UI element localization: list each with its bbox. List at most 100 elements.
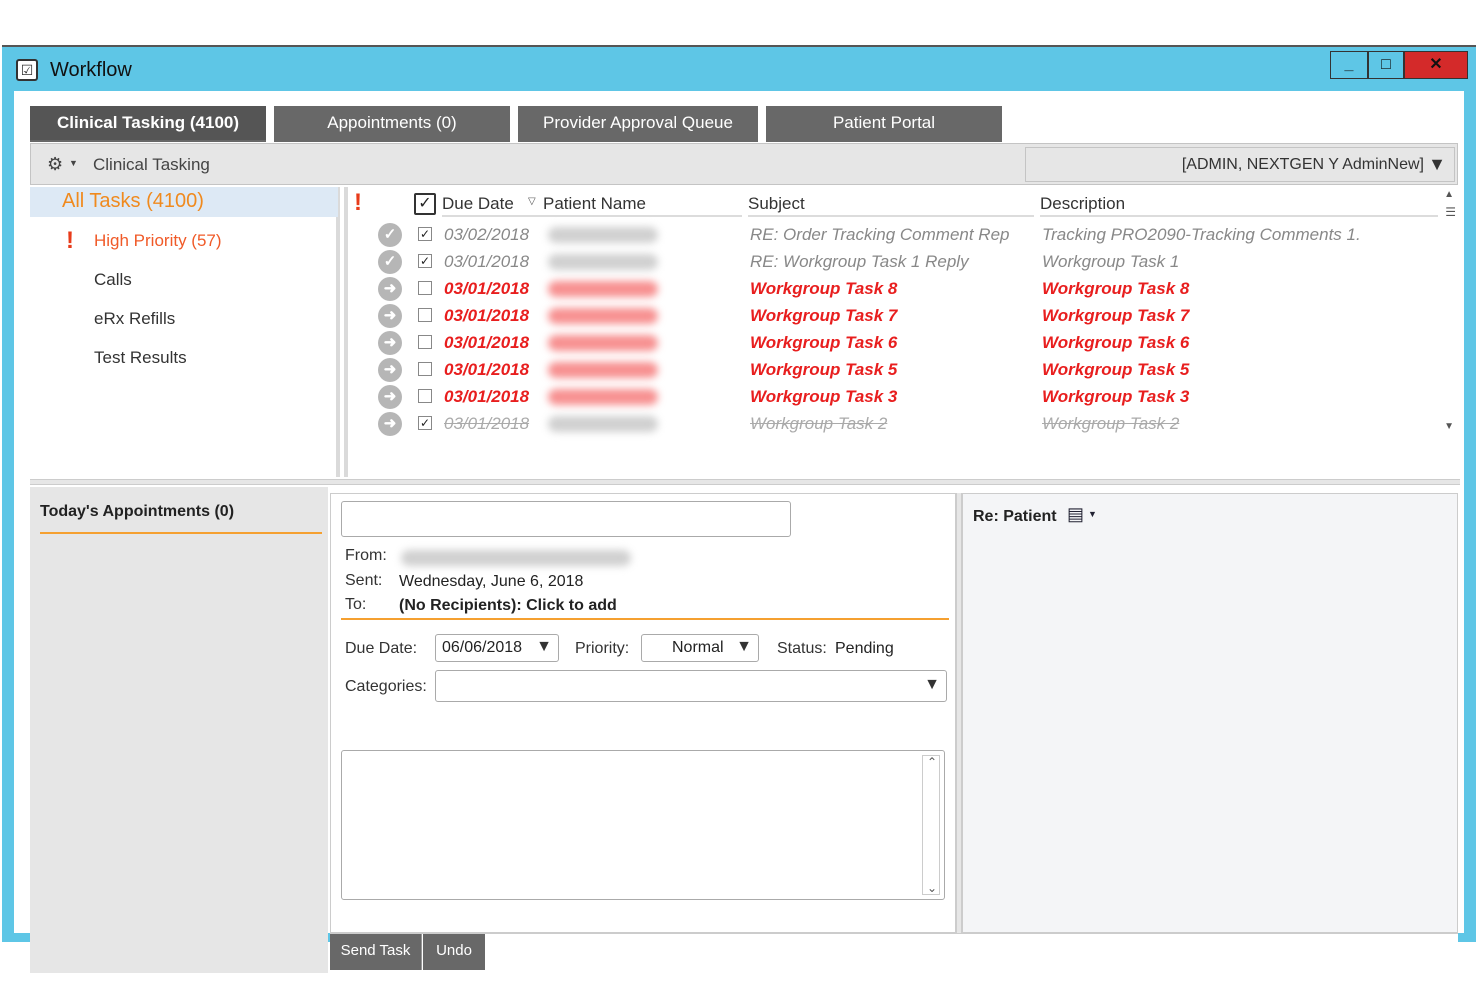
nav-item-calls[interactable]: Calls xyxy=(94,270,132,290)
subject-input[interactable] xyxy=(341,501,791,537)
nav-item-high-priority[interactable]: High Priority (57) xyxy=(94,231,222,251)
row-description: Workgroup Task 6 xyxy=(1042,333,1190,352)
row-subject: Workgroup Task 2 xyxy=(750,414,888,433)
row-patient-name-redacted xyxy=(548,416,658,432)
maximize-button[interactable]: □ xyxy=(1368,51,1404,79)
document-icon[interactable]: ▤ xyxy=(1067,504,1084,525)
row-subject: Workgroup Task 5 xyxy=(750,360,898,379)
tab-clinical-tasking[interactable]: Clinical Tasking (4100) xyxy=(30,106,266,142)
row-description: Workgroup Task 3 xyxy=(1042,387,1190,406)
task-notes-textarea[interactable]: ⌃ ⌄ xyxy=(341,750,945,900)
table-row[interactable]: ➜ 03/01/2018 Workgroup Task 8 Workgroup T… xyxy=(348,275,1448,302)
row-checkbox[interactable] xyxy=(418,389,432,403)
column-description[interactable]: Description xyxy=(1040,194,1125,214)
nav-item-erx-refills[interactable]: eRx Refills xyxy=(94,309,175,329)
row-checkbox[interactable] xyxy=(418,308,432,322)
row-checkbox[interactable]: ✓ xyxy=(418,227,432,241)
row-description: Workgroup Task 2 xyxy=(1042,414,1180,433)
categories-label: Categories: xyxy=(345,678,427,695)
chevron-down-icon[interactable]: ▼ xyxy=(1088,509,1097,519)
from-label: From: xyxy=(345,547,387,564)
row-patient-name-redacted xyxy=(548,362,658,378)
priority-select[interactable]: Normal ▼ xyxy=(641,634,759,662)
row-subject: Workgroup Task 7 xyxy=(750,306,898,325)
column-due-date[interactable]: Due Date xyxy=(442,194,514,214)
dropdown-arrow-icon[interactable]: ▼ xyxy=(736,638,752,656)
gear-icon[interactable]: ⚙ xyxy=(47,154,63,175)
column-patient-name[interactable]: Patient Name xyxy=(543,194,646,214)
checkbox-column-icon[interactable]: ✓ xyxy=(414,193,436,215)
notes-scrollbar[interactable] xyxy=(922,755,940,895)
priority-column-icon[interactable]: ! xyxy=(354,189,362,217)
recipients-link[interactable]: (No Recipients): Click to add xyxy=(399,597,617,615)
row-patient-name-redacted xyxy=(548,254,658,270)
row-due-date: 03/01/2018 xyxy=(444,360,530,379)
dropdown-arrow-icon[interactable]: ▼ xyxy=(1428,154,1446,175)
table-row[interactable]: ➜ 03/01/2018 Workgroup Task 6 Workgroup T… xyxy=(348,329,1448,356)
forward-arrow-icon: ➜ xyxy=(378,277,402,301)
send-task-button[interactable]: Send Task xyxy=(330,934,422,970)
table-row[interactable]: ➜ ✓ 03/01/2018 Workgroup Task 2 Workgroup Ta… xyxy=(348,410,1448,437)
chevron-down-icon[interactable]: ▼ xyxy=(69,158,78,168)
table-row[interactable]: ➜ 03/01/2018 Workgroup Task 7 Workgroup T… xyxy=(348,302,1448,329)
title-bar[interactable]: ☑ Workflow _ □ ✕ xyxy=(2,47,1476,93)
table-row[interactable]: ✓ ✓ 03/02/2018 RE: Order Tracking Comment R… xyxy=(348,221,1448,248)
row-patient-name-redacted xyxy=(548,227,658,243)
row-checkbox[interactable]: ✓ xyxy=(418,254,432,268)
nav-item-all-tasks[interactable]: All Tasks (4100) xyxy=(30,187,338,217)
column-divider xyxy=(1040,215,1438,217)
row-patient-name-redacted xyxy=(548,281,658,297)
appointments-title: Today's Appointments (0) xyxy=(40,503,235,520)
row-due-date: 03/01/2018 xyxy=(444,306,530,325)
table-row[interactable]: ➜ 03/01/2018 Workgroup Task 3 Workgroup Tas… xyxy=(348,383,1448,410)
minimize-button[interactable]: _ xyxy=(1330,51,1368,79)
horizontal-splitter[interactable] xyxy=(30,479,1460,485)
row-due-date: 03/01/2018 xyxy=(444,252,530,271)
undo-button[interactable]: Undo xyxy=(423,934,485,970)
forward-arrow-icon: ➜ xyxy=(378,358,402,382)
scroll-up-icon[interactable]: ⌃ xyxy=(927,755,937,769)
status-value: Pending xyxy=(835,640,894,657)
row-due-date: 03/02/2018 xyxy=(444,225,530,244)
row-due-date: 03/01/2018 xyxy=(444,333,530,352)
nav-item-test-results[interactable]: Test Results xyxy=(94,348,187,368)
tab-appointments[interactable]: Appointments (0) xyxy=(274,106,510,142)
completed-status-icon: ✓ xyxy=(378,223,402,247)
tab-patient-portal[interactable]: Patient Portal xyxy=(766,106,1002,142)
divider xyxy=(341,618,949,620)
column-subject[interactable]: Subject xyxy=(748,194,805,214)
row-checkbox[interactable] xyxy=(418,362,432,376)
table-row[interactable]: ➜ 03/01/2018 Workgroup Task 5 Workgroup Tas… xyxy=(348,356,1448,383)
row-patient-name-redacted xyxy=(548,335,658,351)
sort-icon[interactable]: ▽ xyxy=(528,196,536,207)
categories-select[interactable]: ▼ xyxy=(435,670,947,702)
forward-arrow-icon: ➜ xyxy=(378,331,402,355)
status-label: Status: xyxy=(777,640,827,657)
due-date-value: 06/06/2018 xyxy=(442,639,523,656)
sent-value: Wednesday, June 6, 2018 xyxy=(399,573,584,590)
row-subject: Workgroup Task 6 xyxy=(750,333,898,352)
row-checkbox[interactable] xyxy=(418,281,432,295)
tab-provider-approval-queue[interactable]: Provider Approval Queue xyxy=(518,106,758,142)
scroll-up-icon[interactable]: ▲ xyxy=(1444,189,1454,200)
forward-arrow-icon: ➜ xyxy=(378,304,402,328)
row-description: Workgroup Task 8 xyxy=(1042,279,1190,298)
user-filter-select[interactable]: [ADMIN, NEXTGEN Y AdminNew] ▼ xyxy=(1025,147,1455,182)
action-bar: Send Task Undo xyxy=(330,933,1458,971)
row-checkbox[interactable] xyxy=(418,335,432,349)
table-row[interactable]: ✓ ✓ 03/01/2018 RE: Workgroup Task 1 Reply Wo… xyxy=(348,248,1448,275)
row-description: Tracking PRO2090-Tracking Comments 1. xyxy=(1042,225,1361,244)
dropdown-arrow-icon[interactable]: ▼ xyxy=(536,638,552,656)
window-client: Clinical Tasking (4100) Appointments (0)… xyxy=(14,91,1464,973)
column-chooser-icon[interactable]: ☰ xyxy=(1445,205,1456,219)
due-date-picker[interactable]: 06/06/2018 ▼ xyxy=(435,634,559,662)
row-description: Workgroup Task 1 xyxy=(1042,252,1180,271)
due-date-label: Due Date: xyxy=(345,640,418,657)
todays-appointments-panel: Today's Appointments (0) xyxy=(30,487,328,973)
row-checkbox[interactable]: ✓ xyxy=(418,416,432,430)
row-due-date: 03/01/2018 xyxy=(444,387,530,406)
scroll-down-icon[interactable]: ▼ xyxy=(1444,421,1454,432)
close-button[interactable]: ✕ xyxy=(1404,51,1468,79)
dropdown-arrow-icon[interactable]: ▼ xyxy=(924,676,940,694)
scroll-down-icon[interactable]: ⌄ xyxy=(927,881,937,895)
